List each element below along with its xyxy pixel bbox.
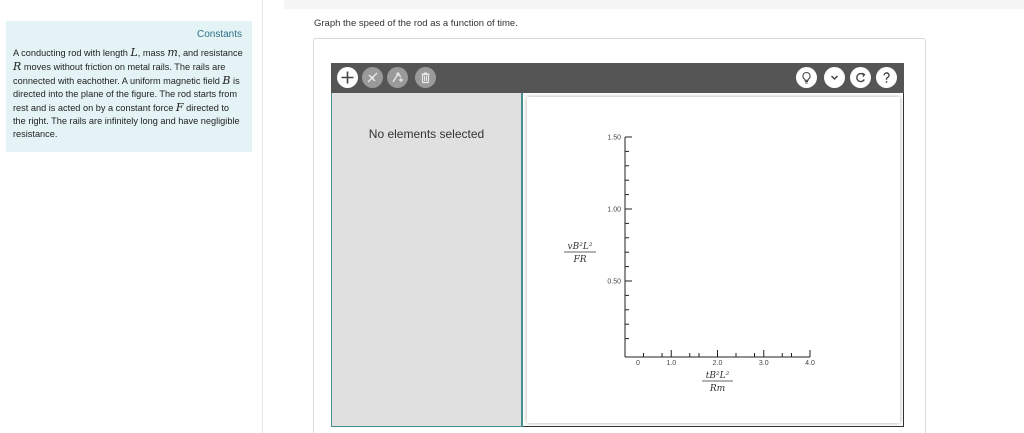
constants-text-4: moves without friction on metal rails. T… xyxy=(13,62,226,86)
page: Constants A conducting rod with length L… xyxy=(0,0,1024,433)
graph-canvas[interactable]: 1.50 1.00 0.50 0 1.0 2.0 3.0 4.0 vB²L² F… xyxy=(527,97,900,423)
x-ticks xyxy=(643,350,811,357)
x-tick-label-1: 1.0 xyxy=(666,360,676,367)
y-tick-label-100: 1.00 xyxy=(607,207,621,214)
var-B: B xyxy=(222,74,231,87)
chevron-down-icon[interactable] xyxy=(824,67,845,88)
x-label-denominator: Rm xyxy=(709,384,725,394)
top-strip xyxy=(284,0,1024,9)
y-label-denominator: FR xyxy=(572,255,586,265)
y-label-numerator: vB²L² xyxy=(568,242,593,252)
left-divider xyxy=(262,0,263,433)
graph-toolbar xyxy=(331,63,904,93)
var-F: F xyxy=(175,101,184,114)
plus-icon[interactable] xyxy=(337,67,358,88)
y-tick-label-150: 1.50 xyxy=(607,135,621,142)
var-L: L xyxy=(130,46,138,59)
constants-text-2: , mass xyxy=(137,48,168,58)
var-m: m xyxy=(167,46,178,59)
help-icon[interactable] xyxy=(876,67,897,88)
lightbulb-icon[interactable] xyxy=(796,67,817,88)
x-label-numerator: tB²L² xyxy=(706,371,730,381)
constants-title[interactable]: Constants xyxy=(13,29,242,41)
y-tick-label-050: 0.50 xyxy=(607,279,621,286)
x-tick-label-4: 4.0 xyxy=(805,360,815,367)
question-text: Graph the speed of the rod as a function… xyxy=(314,18,518,29)
x-axis-label: tB²L² Rm xyxy=(702,371,733,394)
eraser-icon[interactable] xyxy=(362,67,383,88)
constants-text-1: A conducting rod with length xyxy=(13,48,131,58)
x-tick-label-2: 2.0 xyxy=(713,360,723,367)
trash-icon[interactable] xyxy=(415,67,436,88)
reset-icon[interactable] xyxy=(850,67,871,88)
selection-pane xyxy=(331,93,522,427)
no-elements-label: No elements selected xyxy=(368,127,485,141)
graph-svg[interactable]: 1.50 1.00 0.50 0 1.0 2.0 3.0 4.0 vB²L² F… xyxy=(527,97,900,423)
y-axis-label: vB²L² FR xyxy=(564,242,596,265)
constants-text-3: , and resistance xyxy=(177,48,243,58)
x-tick-label-3: 3.0 xyxy=(759,360,769,367)
y-ticks xyxy=(625,136,632,340)
x-tick-label-0: 0 xyxy=(636,360,640,367)
constants-text: A conducting rod with length L, mass m, … xyxy=(13,46,244,141)
constants-panel: Constants A conducting rod with length L… xyxy=(6,21,252,152)
vertex-icon[interactable] xyxy=(387,67,408,88)
